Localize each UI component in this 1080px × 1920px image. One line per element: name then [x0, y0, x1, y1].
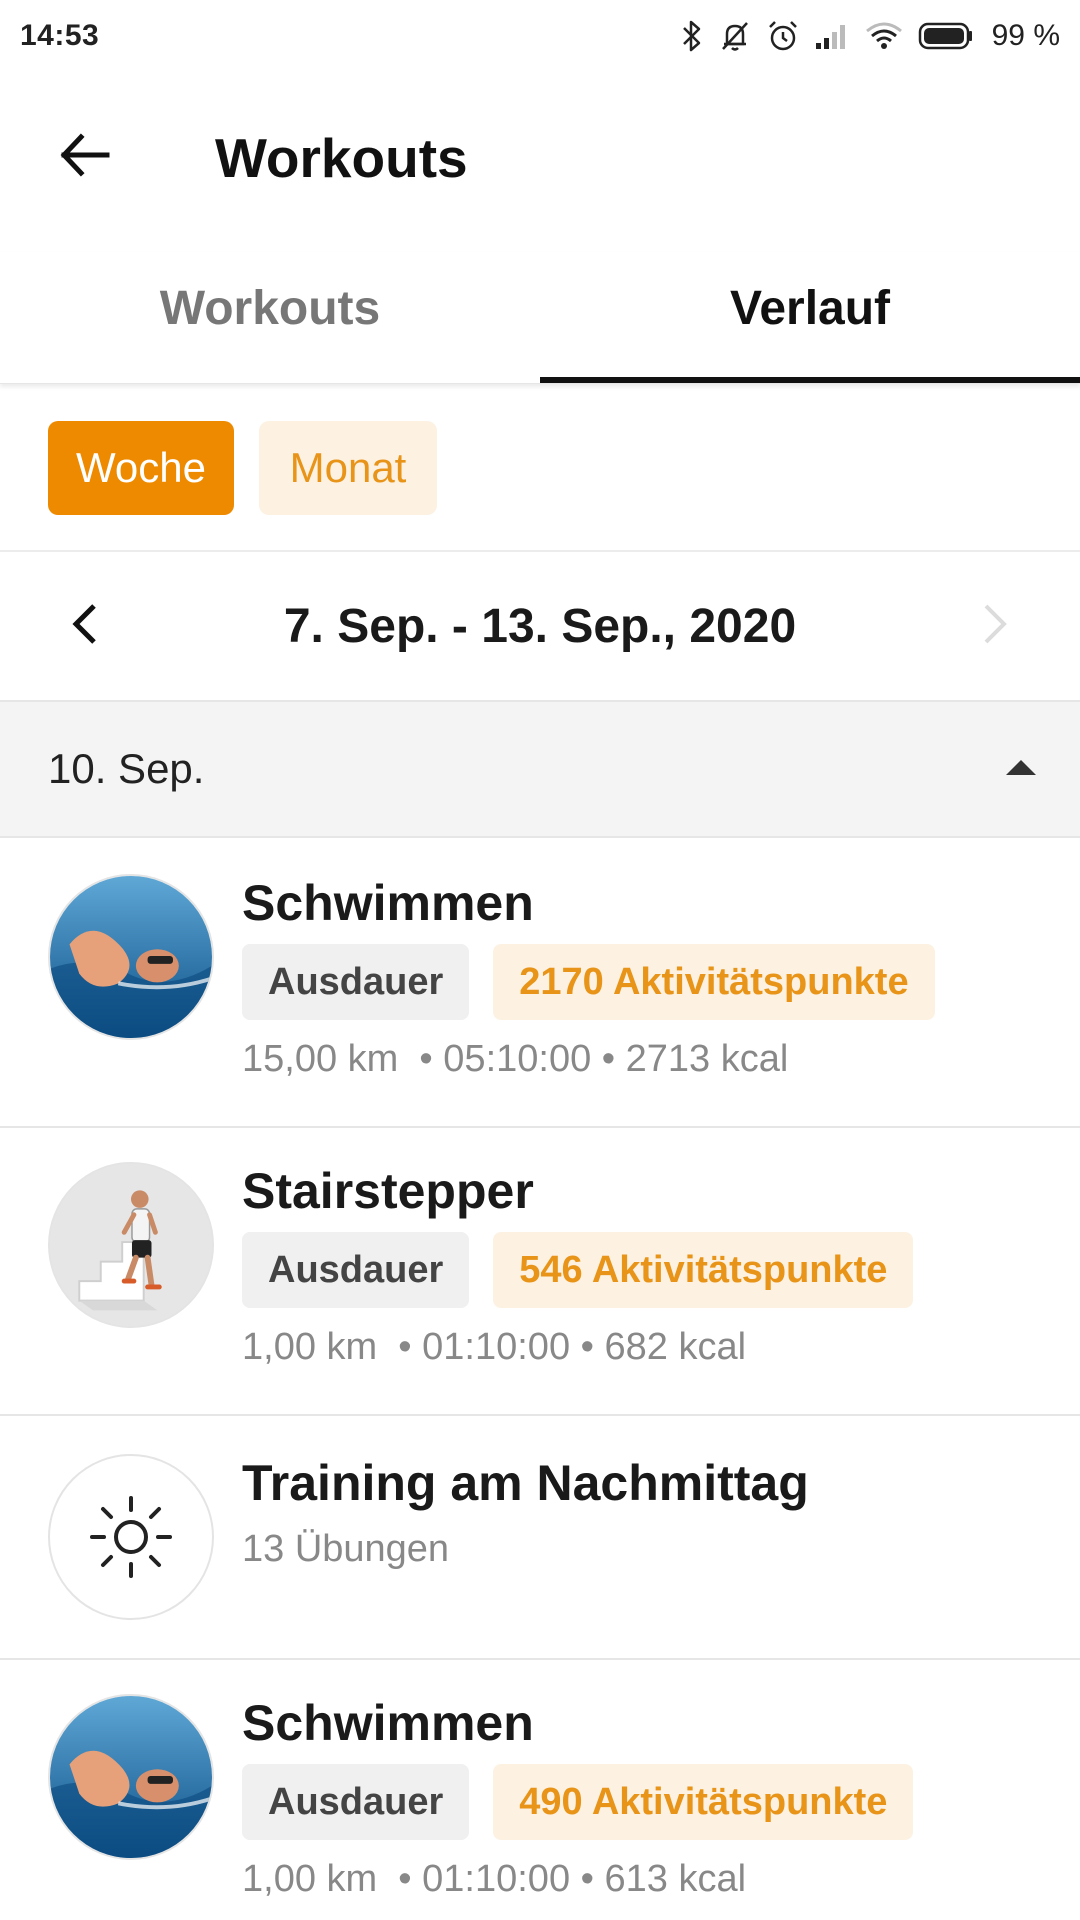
energy: 682 kcal [604, 1326, 747, 1368]
workout-details: Training am Nachmittag 13 Übungen [242, 1454, 809, 1571]
duration: 05:10:00 [443, 1038, 592, 1080]
points-badge: 546 Aktivitätspunkte [493, 1232, 914, 1308]
tag-row: Ausdauer 2170 Aktivitätspunkte [242, 944, 935, 1020]
points-badge: 2170 Aktivitätspunkte [493, 944, 935, 1020]
wifi-icon [864, 21, 904, 51]
workout-stats: 1,00 km • 01:10:00 • 613 kcal [242, 1858, 747, 1900]
swimmer-image [48, 1694, 214, 1860]
period-week-button[interactable]: Woche [48, 421, 234, 515]
category-badge: Ausdauer [242, 944, 470, 1020]
energy: 2713 kcal [625, 1038, 789, 1080]
category-badge: Ausdauer [242, 1232, 470, 1308]
tab-verlauf[interactable]: Verlauf [540, 252, 1080, 383]
previous-week-button[interactable] [50, 591, 120, 661]
sun-icon [48, 1454, 214, 1620]
bluetooth-icon [680, 19, 704, 53]
workout-details: Schwimmen Ausdauer 2170 Aktivitätspunkte… [242, 874, 935, 1081]
duration: 01:10:00 [422, 1326, 571, 1368]
workout-title: Schwimmen [242, 1695, 534, 1751]
list-item[interactable]: Training am Nachmittag 13 Übungen [0, 1416, 1080, 1660]
distance: 15,00 km [242, 1038, 399, 1080]
status-icons: 99 % [680, 19, 1060, 53]
workout-details: Schwimmen Ausdauer 490 Aktivitätspunkte … [242, 1694, 914, 1901]
battery-icon [918, 21, 974, 51]
period-selector: Woche Monat [0, 386, 1080, 552]
workout-title: Stairstepper [242, 1163, 534, 1219]
day-label: 10. Sep. [48, 745, 205, 792]
workout-stats: 1,00 km • 01:10:00 • 682 kcal [242, 1326, 747, 1368]
tab-bar: Workouts Verlauf [0, 252, 1080, 384]
list-item[interactable]: Schwimmen Ausdauer 2170 Aktivitätspunkte… [0, 840, 1080, 1128]
tag-row: Ausdauer 546 Aktivitätspunkte [242, 1232, 914, 1308]
workout-title: Training am Nachmittag [242, 1455, 809, 1511]
next-week-button[interactable] [960, 591, 1030, 661]
tab-workouts[interactable]: Workouts [0, 252, 540, 383]
battery-level: 99 % [991, 19, 1060, 52]
arrow-left-icon [59, 131, 111, 184]
day-group-header[interactable]: 10. Sep. [0, 700, 1080, 838]
workout-stats: 15,00 km • 05:10:00 • 2713 kcal [242, 1038, 789, 1080]
workout-title: Schwimmen [242, 875, 534, 931]
tag-row: Ausdauer 490 Aktivitätspunkte [242, 1764, 914, 1840]
status-bar: 14:53 99 % [0, 0, 1080, 72]
distance: 1,00 km [242, 1326, 378, 1368]
alarm-icon [766, 19, 800, 53]
date-range-navigator: 7. Sep. - 13. Sep., 2020 [0, 554, 1080, 698]
date-range-label: 7. Sep. - 13. Sep., 2020 [283, 599, 797, 653]
status-time: 14:53 [20, 19, 100, 52]
exercise-count: 13 Übungen [242, 1528, 450, 1570]
chevron-left-icon [70, 602, 100, 651]
energy: 613 kcal [604, 1858, 747, 1900]
app-bar: Workouts [0, 90, 1080, 225]
chevron-right-icon [980, 602, 1010, 651]
list-item[interactable]: Schwimmen Ausdauer 490 Aktivitätspunkte … [0, 1660, 1080, 1920]
workout-list: Schwimmen Ausdauer 2170 Aktivitätspunkte… [0, 840, 1080, 1920]
workout-details: Stairstepper Ausdauer 546 Aktivitätspunk… [242, 1162, 914, 1369]
cellular-signal-icon [814, 21, 850, 51]
list-item[interactable]: Stairstepper Ausdauer 546 Aktivitätspunk… [0, 1128, 1080, 1416]
stairstepper-image [48, 1162, 214, 1328]
caret-up-icon[interactable] [1004, 757, 1038, 782]
muted-bell-icon [718, 19, 752, 53]
page-title: Workouts [215, 126, 468, 189]
back-button[interactable] [40, 113, 130, 203]
period-month-button[interactable]: Monat [259, 421, 437, 515]
duration: 01:10:00 [422, 1858, 571, 1900]
category-badge: Ausdauer [242, 1764, 470, 1840]
swimmer-image [48, 874, 214, 1040]
distance: 1,00 km [242, 1858, 378, 1900]
points-badge: 490 Aktivitätspunkte [493, 1764, 914, 1840]
